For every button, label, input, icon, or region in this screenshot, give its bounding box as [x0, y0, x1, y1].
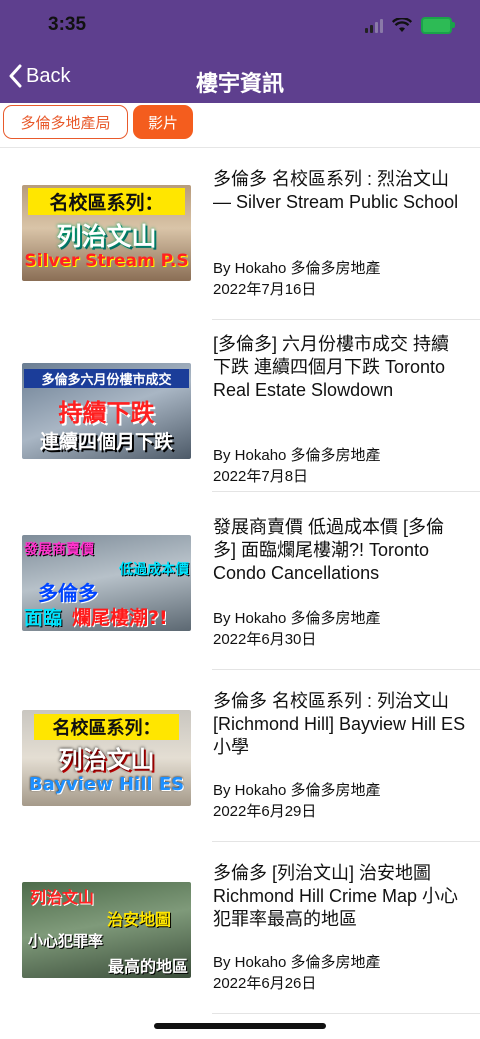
video-title: 多倫多 名校區系列 : 列治文山 [Richmond Hill] Bayview… — [213, 691, 466, 757]
video-meta: By Hokaho 多倫多房地產 2022年6月26日 — [213, 952, 381, 994]
video-meta: By Hokaho 多倫多房地產 2022年6月29日 — [213, 780, 381, 822]
list-item[interactable]: 名校區系列： 列治文山 Silver Stream P.S 多倫多 名校區系列 … — [0, 148, 480, 320]
thumbnail-text: 名校區系列： — [28, 188, 185, 215]
video-title: 多倫多 [列治文山] 治安地圖 Richmond Hill Crime Map … — [213, 863, 459, 929]
video-author: By Hokaho 多倫多房地產 — [213, 260, 381, 277]
divider — [212, 491, 480, 492]
thumbnail-text: Bayview Hill ES — [28, 774, 185, 795]
thumbnail-text: 最高的地區 — [107, 957, 188, 976]
status-icons — [365, 17, 455, 34]
video-info: [多倫多] 六月份樓市成交 持續下跌 連續四個月下跌 Toronto Real … — [213, 333, 466, 402]
thumbnail-text: 名校區系列： — [34, 714, 179, 740]
list-item[interactable]: 名校區系列： 列治文山 Bayview Hill ES 多倫多 名校區系列 : … — [0, 670, 480, 842]
video-thumbnail: 名校區系列： 列治文山 Bayview Hill ES — [22, 710, 191, 806]
home-indicator[interactable] — [154, 1023, 326, 1029]
video-author: By Hokaho 多倫多房地產 — [213, 782, 381, 799]
video-info: 發展商賣價 低過成本價 [多倫多] 面臨爛尾樓潮?! Toronto Condo… — [213, 516, 466, 585]
tab-toronto-real-estate-board[interactable]: 多倫多地產局 — [3, 105, 128, 139]
video-meta: By Hokaho 多倫多房地產 2022年7月8日 — [213, 445, 381, 487]
thumbnail-text: 列治文山 — [56, 222, 157, 251]
thumbnail-text: 多倫多六月份樓市成交 — [24, 369, 189, 388]
signal-icon — [365, 18, 383, 33]
video-info: 多倫多 名校區系列 : 烈治文山 — Silver Stream Public … — [213, 168, 466, 214]
wifi-icon — [392, 18, 412, 32]
video-date: 2022年7月8日 — [213, 468, 309, 485]
video-date: 2022年7月16日 — [213, 281, 317, 298]
battery-icon — [421, 17, 455, 34]
video-meta: By Hokaho 多倫多房地產 2022年6月30日 — [213, 608, 381, 650]
thumbnail-text: Silver Stream P.S — [24, 251, 189, 271]
status-time: 3:35 — [48, 14, 87, 35]
thumbnail-text: 小心犯罪率 — [28, 932, 104, 950]
video-thumbnail: 列治文山 治安地圖 小心犯罪率 最高的地區 — [22, 882, 191, 978]
video-title: [多倫多] 六月份樓市成交 持續下跌 連續四個月下跌 Toronto Real … — [213, 334, 450, 400]
video-date: 2022年6月29日 — [213, 803, 317, 820]
video-author: By Hokaho 多倫多房地產 — [213, 954, 381, 971]
list-item[interactable]: 多倫多六月份樓市成交 持續下跌 連續四個月下跌 [多倫多] 六月份樓市成交 持續… — [0, 320, 480, 492]
list-item[interactable]: 發展商賣價 低過成本價 多倫多 面臨 爛尾樓潮?! 發展商賣價 低過成本價 [多… — [0, 498, 480, 670]
thumbnail-text: 持續下跌 — [58, 399, 155, 427]
thumbnail-text: 低過成本價 — [119, 562, 189, 578]
page-title: 樓宇資訊 — [195, 71, 284, 96]
divider — [212, 1013, 480, 1014]
tab-videos[interactable]: 影片 — [133, 105, 193, 139]
video-thumbnail: 發展商賣價 低過成本價 多倫多 面臨 爛尾樓潮?! — [22, 535, 191, 631]
thumbnail-text: 連續四個月下跌 — [39, 431, 173, 453]
thumbnail-text: 面臨 — [24, 607, 63, 629]
thumbnail-text: 治安地圖 — [106, 910, 171, 929]
video-meta: By Hokaho 多倫多房地產 2022年7月16日 — [213, 258, 381, 300]
tab-bar: 多倫多地產局 影片 — [0, 103, 480, 148]
thumbnail-text: 列治文山 — [58, 746, 155, 774]
list-item[interactable]: 列治文山 治安地圖 小心犯罪率 最高的地區 多倫多 [列治文山] 治安地圖 Ri… — [0, 842, 480, 1014]
video-date: 2022年6月26日 — [213, 975, 317, 992]
video-thumbnail: 多倫多六月份樓市成交 持續下跌 連續四個月下跌 — [22, 363, 191, 459]
video-author: By Hokaho 多倫多房地產 — [213, 610, 381, 627]
video-info: 多倫多 名校區系列 : 列治文山 [Richmond Hill] Bayview… — [213, 690, 466, 759]
thumbnail-text: 多倫多 — [38, 581, 98, 605]
thumbnail-text: 發展商賣價 — [24, 542, 94, 558]
video-author: By Hokaho 多倫多房地產 — [213, 447, 381, 464]
video-title: 發展商賣價 低過成本價 [多倫多] 面臨爛尾樓潮?! Toronto Condo… — [213, 517, 445, 583]
thumbnail-text: 爛尾樓潮?! — [72, 607, 168, 629]
thumbnail-text: 列治文山 — [30, 888, 95, 907]
video-date: 2022年6月30日 — [213, 631, 317, 648]
header-bar: 3:35 Back 樓宇資訊 — [0, 0, 480, 103]
video-title: 多倫多 名校區系列 : 烈治文山 — Silver Stream Public … — [213, 169, 459, 212]
video-info: 多倫多 [列治文山] 治安地圖 Richmond Hill Crime Map … — [213, 862, 466, 931]
video-thumbnail: 名校區系列： 列治文山 Silver Stream P.S — [22, 185, 191, 281]
